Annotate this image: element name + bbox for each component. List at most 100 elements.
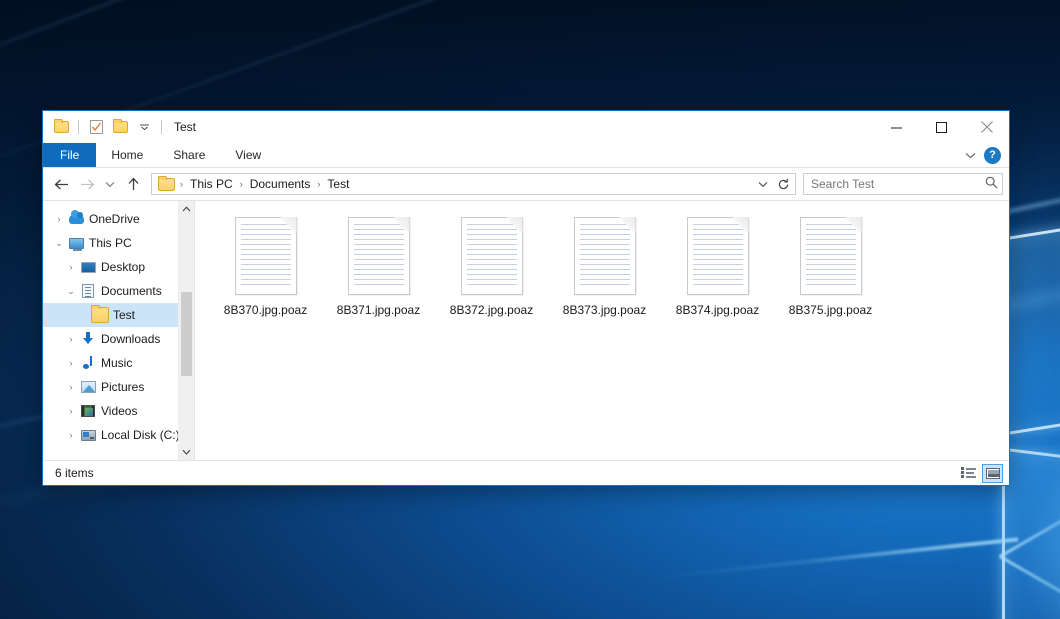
ribbon-tab-bar: File Home Share View ? [43, 143, 1009, 168]
forward-button[interactable] [75, 172, 99, 196]
sidebar-item-label: Videos [101, 404, 137, 418]
file-name-label: 8B371.jpg.poaz [334, 302, 423, 318]
scroll-down-icon[interactable] [179, 444, 194, 460]
file-explorer-window: Test File Home Share View [42, 110, 1010, 486]
generic-document-icon [235, 217, 297, 295]
file-item[interactable]: 8B371.jpg.poaz [322, 213, 435, 331]
ribbon-spacer [276, 143, 960, 167]
tab-file[interactable]: File [43, 143, 96, 167]
pictures-icon [79, 381, 97, 393]
window-controls [874, 111, 1009, 143]
generic-document-icon [800, 217, 862, 295]
scroll-up-icon[interactable] [179, 201, 194, 217]
search-input[interactable]: Search Test [803, 173, 1003, 195]
address-dropdown-icon[interactable] [753, 174, 773, 194]
navigation-pane: › OneDrive ⌄ This PC › Desktop ⌄ [43, 201, 195, 460]
minimize-button[interactable] [874, 111, 919, 143]
sidebar-item-label: Test [113, 308, 135, 322]
file-name-label: 8B375.jpg.poaz [786, 302, 875, 318]
chevron-down-icon[interactable] [960, 145, 980, 165]
scrollbar-thumb[interactable] [181, 292, 192, 376]
sidebar-item-desktop[interactable]: › Desktop [43, 255, 194, 279]
sidebar-item-test[interactable]: Test [43, 303, 194, 327]
sidebar-item-label: This PC [89, 236, 132, 250]
properties-icon[interactable] [86, 117, 106, 137]
help-icon[interactable]: ? [984, 147, 1001, 164]
chevron-right-icon[interactable]: › [63, 359, 79, 368]
new-folder-icon[interactable] [110, 117, 130, 137]
file-item[interactable]: 8B374.jpg.poaz [661, 213, 774, 331]
sidebar-item-videos[interactable]: › Videos [43, 399, 194, 423]
file-list-view[interactable]: 8B370.jpg.poaz 8B371.jpg.poaz 8B372.jpg.… [195, 201, 1009, 460]
sidebar-item-documents[interactable]: ⌄ Documents [43, 279, 194, 303]
file-item[interactable]: 8B372.jpg.poaz [435, 213, 548, 331]
recent-locations-button[interactable] [101, 172, 119, 196]
chevron-down-icon[interactable]: ⌄ [51, 239, 67, 248]
sidebar-item-label: Downloads [101, 332, 160, 346]
downloads-icon [79, 332, 97, 346]
tab-home[interactable]: Home [96, 143, 158, 167]
window-title: Test [174, 120, 196, 134]
breadcrumb-documents[interactable]: Documents [246, 177, 315, 191]
file-item[interactable]: 8B370.jpg.poaz [209, 213, 322, 331]
tab-view[interactable]: View [220, 143, 276, 167]
address-toolbar: › This PC › Documents › Test Sear [43, 168, 1009, 200]
chevron-right-icon[interactable]: › [63, 431, 79, 440]
pc-icon [67, 238, 85, 249]
maximize-button[interactable] [919, 111, 964, 143]
sidebar-item-downloads[interactable]: › Downloads [43, 327, 194, 351]
quick-access-toolbar [43, 117, 165, 137]
sidebar-item-label: Local Disk (C:) [101, 428, 180, 442]
generic-document-icon [574, 217, 636, 295]
music-icon [79, 356, 97, 370]
breadcrumb-address-bar[interactable]: › This PC › Documents › Test [151, 173, 796, 195]
chevron-right-icon[interactable]: › [63, 335, 79, 344]
breadcrumb-separator: › [314, 180, 323, 189]
sidebar-item-label: Desktop [101, 260, 145, 274]
breadcrumb-test[interactable]: Test [323, 177, 353, 191]
drive-icon [79, 430, 97, 441]
chevron-right-icon[interactable]: › [63, 263, 79, 272]
chevron-down-icon[interactable]: ⌄ [63, 287, 79, 296]
explorer-body: › OneDrive ⌄ This PC › Desktop ⌄ [43, 200, 1009, 460]
search-placeholder: Search Test [811, 177, 985, 191]
sidebar-item-this-pc[interactable]: ⌄ This PC [43, 231, 194, 255]
sidebar-item-label: OneDrive [89, 212, 140, 226]
up-button[interactable] [121, 172, 145, 196]
toolbar-separator [78, 120, 79, 134]
breadcrumb-separator: › [237, 180, 246, 189]
scrollbar-track[interactable] [179, 217, 194, 444]
details-view-button[interactable] [958, 464, 979, 483]
breadcrumb-separator: › [177, 180, 186, 189]
refresh-icon[interactable] [773, 174, 793, 194]
customize-qat-dropdown-icon[interactable] [134, 117, 154, 137]
large-icons-view-button[interactable] [982, 464, 1003, 483]
breadcrumb-this-pc[interactable]: This PC [186, 177, 237, 191]
chevron-right-icon[interactable]: › [51, 215, 67, 224]
file-item[interactable]: 8B375.jpg.poaz [774, 213, 887, 331]
sidebar-item-onedrive[interactable]: › OneDrive [43, 207, 194, 231]
ribbon-right-controls: ? [960, 143, 1009, 167]
folder-icon[interactable] [51, 117, 71, 137]
back-button[interactable] [49, 172, 73, 196]
sidebar-item-music[interactable]: › Music [43, 351, 194, 375]
sidebar-item-label: Pictures [101, 380, 144, 394]
tab-share[interactable]: Share [158, 143, 220, 167]
sidebar-item-label: Music [101, 356, 132, 370]
navigation-pane-scrollbar[interactable] [178, 201, 194, 460]
desktop-icon [79, 262, 97, 273]
title-bar: Test [43, 111, 1009, 143]
close-button[interactable] [964, 111, 1009, 143]
chevron-right-icon[interactable]: › [63, 407, 79, 416]
folder-icon [91, 307, 109, 323]
search-icon[interactable] [985, 176, 998, 192]
file-item[interactable]: 8B373.jpg.poaz [548, 213, 661, 331]
cloud-icon [67, 214, 85, 224]
sidebar-item-pictures[interactable]: › Pictures [43, 375, 194, 399]
toolbar-separator [161, 120, 162, 134]
sidebar-item-label: Documents [101, 284, 162, 298]
file-name-label: 8B370.jpg.poaz [221, 302, 310, 318]
view-toggle-group [958, 464, 1003, 483]
chevron-right-icon[interactable]: › [63, 383, 79, 392]
sidebar-item-local-disk-c[interactable]: › Local Disk (C:) [43, 423, 194, 447]
